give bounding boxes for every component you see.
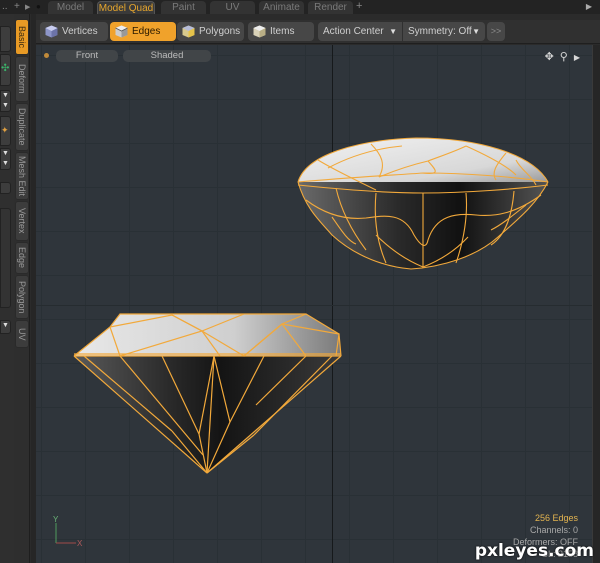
tool-button[interactable] — [0, 182, 11, 194]
workspace-tab-bar: .. + ▶ ● Model Model Quad Paint UV Anima… — [0, 0, 600, 14]
polygons-label: Polygons — [199, 26, 241, 37]
play-icon[interactable]: ▶ — [25, 3, 30, 11]
tab-animate[interactable]: Animate — [259, 1, 304, 14]
tab-paint[interactable]: Paint — [161, 1, 206, 14]
tab-render[interactable]: Render — [308, 1, 353, 14]
items-mode-button[interactable]: Items — [248, 22, 314, 41]
side-tab-edge[interactable]: Edge — [15, 242, 29, 274]
y-axis-label: Y — [53, 515, 59, 524]
side-tab-duplicate[interactable]: Duplicate — [15, 103, 29, 151]
zoom-icon[interactable]: ⚲ — [560, 51, 568, 63]
tool-category-tabs: Basic Deform Duplicate Mesh Edit Vertex … — [14, 14, 30, 563]
chevron-down-icon: ▼ — [389, 27, 397, 36]
shading-mode-button[interactable]: Shaded — [123, 50, 211, 62]
vertices-mode-button[interactable]: Vertices — [40, 22, 108, 41]
tool-button[interactable]: ✣ — [0, 54, 11, 86]
tab-model[interactable]: Model — [48, 1, 93, 14]
chevron-down-icon: ▼ ▼ — [2, 92, 9, 109]
viewport-header: Front Shaded ✥ ⚲ ▶ — [36, 45, 592, 63]
side-tab-deform[interactable]: Deform — [15, 56, 29, 102]
viewport-options-dot-icon[interactable] — [44, 53, 49, 58]
side-tab-uv[interactable]: UV — [15, 320, 29, 348]
chevron-down-icon: ▼ — [2, 322, 9, 329]
record-icon[interactable]: ● — [36, 2, 41, 11]
chevron-down-icon: ▼ ▼ — [2, 150, 9, 167]
vertices-label: Vertices — [62, 26, 98, 37]
action-center-dropdown[interactable]: Action Center ▼ — [318, 22, 402, 41]
toolbar-overflow-button[interactable]: >> — [487, 22, 505, 41]
side-tab-basic[interactable]: Basic — [15, 19, 29, 55]
edges-label: Edges — [132, 26, 161, 37]
selection-toolbar: Vertices Edges Polygons Items Action Cen… — [36, 20, 600, 44]
edges-cube-icon — [115, 25, 128, 38]
diamond-mesh-front[interactable] — [73, 313, 342, 474]
tab-model-quad[interactable]: Model Quad — [97, 1, 155, 14]
symmetry-dropdown[interactable]: Symmetry: Off ▼ — [403, 22, 485, 41]
move-tool-icon: ✣ — [1, 63, 10, 74]
dropdown-button[interactable]: ▼ — [0, 320, 11, 334]
watermark: pxleyes.com — [474, 541, 594, 561]
vertices-cube-icon — [45, 25, 58, 38]
menu-dots-icon[interactable]: .. — [2, 1, 8, 12]
gem-crown — [298, 138, 548, 182]
add-layout-icon[interactable]: + — [14, 1, 20, 12]
edges-mode-button[interactable]: Edges — [110, 22, 176, 41]
side-tab-vertex[interactable]: Vertex — [15, 201, 29, 241]
more-icon[interactable]: ▶ — [574, 53, 580, 62]
symmetry-label: Symmetry: Off — [408, 26, 472, 37]
rotate-tool-icon: ✦ — [1, 125, 9, 135]
add-tab-button[interactable]: + — [356, 0, 362, 12]
items-label: Items — [270, 26, 295, 37]
3d-viewport[interactable]: Front Shaded ✥ ⚲ ▶ Y X 256 Edges Channels:… — [36, 45, 592, 563]
view-type-button[interactable]: Front — [56, 50, 118, 62]
axis-gizmo: Y X — [53, 515, 83, 548]
right-panel-edge[interactable] — [592, 45, 600, 563]
chevron-down-icon: ▼ — [472, 27, 480, 36]
channels-count: Channels: 0 — [529, 525, 578, 535]
tool-button[interactable]: ✦ — [0, 116, 11, 146]
selection-count: 256 Edges — [534, 513, 578, 523]
tool-panel: ✣ ▼ ▼ ✦ ▼ ▼ ▼ — [0, 14, 14, 563]
tab-scroll-right-icon[interactable]: ▶ — [586, 2, 592, 11]
tool-button[interactable] — [0, 26, 11, 52]
tool-group — [0, 208, 11, 308]
dropdown-button[interactable]: ▼ ▼ — [0, 90, 11, 112]
gem-mesh-oval[interactable] — [297, 137, 549, 270]
polygons-mode-button[interactable]: Polygons — [177, 22, 244, 41]
gem-meshes[interactable] — [36, 45, 592, 563]
x-axis-label: X — [77, 539, 83, 548]
side-tab-mesh-edit[interactable]: Mesh Edit — [15, 152, 29, 200]
viewport-nav-icons: ✥ ⚲ ▶ — [539, 50, 580, 63]
pan-icon[interactable]: ✥ — [545, 51, 554, 63]
dropdown-button[interactable]: ▼ ▼ — [0, 148, 11, 170]
items-cube-icon — [253, 25, 266, 38]
action-center-label: Action Center — [323, 26, 384, 37]
side-tab-polygon[interactable]: Polygon — [15, 275, 29, 319]
tab-uv[interactable]: UV — [210, 1, 255, 14]
polygons-cube-icon — [182, 25, 195, 38]
